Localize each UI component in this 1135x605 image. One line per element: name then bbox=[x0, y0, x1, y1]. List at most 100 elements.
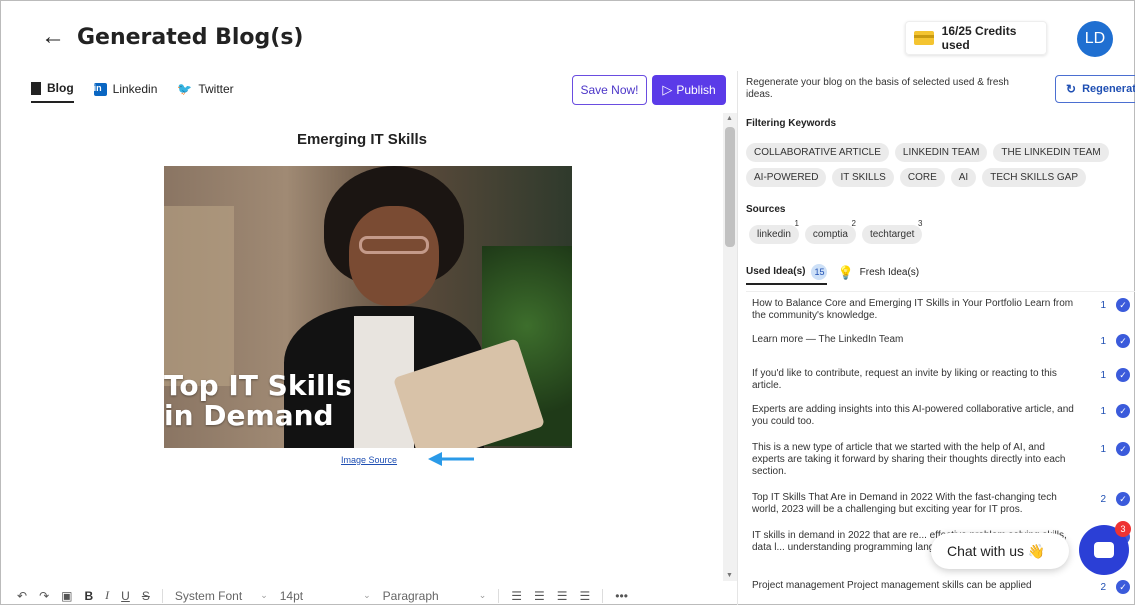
used-ideas-label: Used Idea(s) bbox=[746, 266, 806, 277]
check-icon[interactable]: ✓ bbox=[1116, 492, 1130, 506]
save-button[interactable]: Save Now! bbox=[572, 75, 647, 105]
idea-source-number: 2 bbox=[1100, 494, 1106, 505]
font-size-select[interactable]: 14pt ⌄ bbox=[280, 589, 371, 603]
check-icon[interactable]: ✓ bbox=[1116, 334, 1130, 348]
undo-icon[interactable]: ↶ bbox=[17, 589, 27, 603]
align-left-icon[interactable]: ☰ bbox=[511, 589, 522, 603]
idea-text: Top IT Skills That Are in Demand in 2022… bbox=[752, 492, 1057, 515]
more-options-icon[interactable]: ••• bbox=[615, 589, 628, 603]
idea-text: This is a new type of article that we st… bbox=[752, 442, 1066, 477]
list-item[interactable]: Experts are adding insights into this AI… bbox=[746, 398, 1135, 436]
source-number: 1 bbox=[794, 219, 799, 228]
redo-icon[interactable]: ↷ bbox=[39, 589, 49, 603]
keyword-chip[interactable]: COLLABORATIVE ARTICLE bbox=[746, 143, 889, 162]
tab-label: Twitter bbox=[198, 82, 234, 96]
keyword-chip[interactable]: TECH SKILLS GAP bbox=[982, 168, 1087, 187]
chat-with-us-pill[interactable]: Chat with us 👋 bbox=[931, 533, 1069, 569]
publish-button[interactable]: ▷ Publish bbox=[652, 75, 726, 105]
source-name: techtarget bbox=[869, 229, 915, 240]
scroll-up-icon[interactable]: ▲ bbox=[726, 115, 733, 122]
align-justify-icon[interactable]: ☰ bbox=[580, 589, 591, 603]
insert-image-icon[interactable]: ▣ bbox=[61, 589, 72, 603]
regenerate-button[interactable]: ↻ Regenerate bbox=[1055, 75, 1135, 103]
italic-icon[interactable]: I bbox=[105, 588, 109, 603]
scroll-down-icon[interactable]: ▼ bbox=[726, 572, 733, 579]
list-item[interactable]: This is a new type of article that we st… bbox=[746, 436, 1135, 486]
tab-blog[interactable]: Blog bbox=[31, 79, 74, 103]
regenerate-label: Regenerate bbox=[1082, 83, 1135, 95]
block-format-value: Paragraph bbox=[382, 588, 439, 603]
font-size-value: 14pt bbox=[279, 588, 304, 603]
editor-scrollbar[interactable]: ▲ ▼ bbox=[723, 113, 737, 581]
chat-bubble-icon bbox=[1094, 542, 1114, 558]
tab-label: Blog bbox=[47, 81, 74, 95]
image-caption-line2: in Demand bbox=[164, 399, 334, 432]
document-icon bbox=[31, 81, 41, 95]
fresh-ideas-label: Fresh Idea(s) bbox=[859, 267, 920, 278]
source-chip[interactable]: linkedin 1 bbox=[749, 219, 799, 244]
keyword-chips: COLLABORATIVE ARTICLE LINKEDIN TEAM THE … bbox=[746, 143, 1126, 187]
lightbulb-icon: 💡 bbox=[837, 264, 854, 280]
keyword-chip[interactable]: AI-POWERED bbox=[746, 168, 827, 187]
check-icon[interactable]: ✓ bbox=[1116, 442, 1130, 456]
pane-divider bbox=[737, 71, 738, 605]
keyword-chip[interactable]: IT SKILLS bbox=[832, 168, 894, 187]
source-chip[interactable]: techtarget 3 bbox=[861, 219, 923, 244]
list-item[interactable]: Learn more — The LinkedIn Team 1 ✓ bbox=[746, 328, 1135, 362]
align-center-icon[interactable]: ☰ bbox=[534, 589, 545, 603]
chat-notification-badge: 3 bbox=[1115, 521, 1131, 537]
block-format-select[interactable]: Paragraph ⌄ bbox=[383, 589, 487, 603]
source-chips: linkedin 1 comptia 2 techtarget 3 bbox=[749, 219, 923, 244]
idea-text: Learn more — The LinkedIn Team bbox=[752, 334, 904, 345]
tab-used-ideas[interactable]: Used Idea(s) 15 bbox=[746, 263, 828, 285]
source-chip[interactable]: comptia 2 bbox=[804, 219, 856, 244]
list-item[interactable]: If you'd like to contribute, request an … bbox=[746, 362, 1135, 398]
arrow-left-icon[interactable]: ← bbox=[41, 23, 65, 51]
list-item[interactable]: How to Balance Core and Emerging IT Skil… bbox=[746, 292, 1135, 328]
check-icon[interactable]: ✓ bbox=[1116, 404, 1130, 418]
idea-source-number: 1 bbox=[1100, 300, 1106, 311]
chevron-down-icon: ⌄ bbox=[363, 590, 371, 600]
align-right-icon[interactable]: ☰ bbox=[557, 589, 568, 603]
idea-tabs: Used Idea(s) 15 💡 Fresh Idea(s) bbox=[746, 263, 1135, 285]
idea-text: Experts are adding insights into this AI… bbox=[752, 404, 1074, 427]
image-source-link[interactable]: Image Source bbox=[341, 455, 397, 465]
tab-twitter[interactable]: 🐦 Twitter bbox=[177, 79, 233, 103]
idea-source-number: 1 bbox=[1100, 336, 1106, 347]
twitter-icon: 🐦 bbox=[177, 82, 193, 96]
idea-source-number: 1 bbox=[1100, 444, 1106, 455]
keyword-chip[interactable]: THE LINKEDIN TEAM bbox=[993, 143, 1109, 162]
header: ← Generated Blog(s) 16/25 Credits used L… bbox=[1, 1, 1135, 73]
avatar[interactable]: LD bbox=[1077, 21, 1113, 57]
bold-icon[interactable]: B bbox=[84, 589, 93, 603]
underline-icon[interactable]: U bbox=[121, 589, 130, 603]
blog-editor[interactable]: Emerging IT Skills Top IT Skills in Dema… bbox=[1, 113, 723, 581]
keyword-chip[interactable]: LINKEDIN TEAM bbox=[894, 143, 988, 162]
idea-text: If you'd like to contribute, request an … bbox=[752, 368, 1057, 391]
list-item[interactable]: Top IT Skills That Are in Demand in 2022… bbox=[746, 486, 1135, 524]
publish-label: Publish bbox=[676, 83, 716, 97]
keyword-chip[interactable]: CORE bbox=[899, 168, 945, 187]
sources-heading: Sources bbox=[746, 204, 786, 215]
scroll-thumb[interactable] bbox=[725, 127, 735, 247]
blog-image[interactable]: Top IT Skills in Demand bbox=[164, 166, 572, 448]
keyword-chip[interactable]: AI bbox=[950, 168, 977, 187]
check-icon[interactable]: ✓ bbox=[1116, 298, 1130, 312]
font-family-select[interactable]: System Font ⌄ bbox=[175, 589, 268, 603]
check-icon[interactable]: ✓ bbox=[1116, 580, 1130, 594]
source-number: 2 bbox=[851, 219, 856, 228]
blog-title[interactable]: Emerging IT Skills bbox=[1, 131, 723, 148]
check-icon[interactable]: ✓ bbox=[1116, 368, 1130, 382]
idea-text: How to Balance Core and Emerging IT Skil… bbox=[752, 298, 1074, 321]
font-family-value: System Font bbox=[174, 588, 243, 603]
image-caption: Top IT Skills in Demand bbox=[164, 371, 352, 431]
used-ideas-count-badge: 15 bbox=[811, 263, 828, 280]
tab-fresh-ideas[interactable]: 💡 Fresh Idea(s) bbox=[837, 265, 919, 284]
strikethrough-icon[interactable]: S bbox=[142, 589, 150, 603]
source-name: linkedin bbox=[757, 229, 791, 240]
list-item[interactable]: Project management Project management sk… bbox=[746, 574, 1135, 598]
tab-linkedin[interactable]: in Linkedin bbox=[93, 79, 158, 103]
credits-text: 16/25 Credits used bbox=[941, 24, 1017, 52]
idea-source-number: 1 bbox=[1100, 370, 1106, 381]
tab-label: Linkedin bbox=[112, 82, 158, 96]
